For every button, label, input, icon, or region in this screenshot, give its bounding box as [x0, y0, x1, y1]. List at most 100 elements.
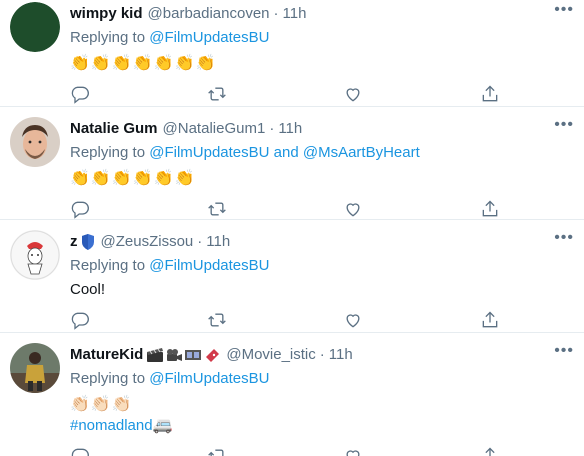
like-icon[interactable]: [343, 446, 363, 456]
tweet[interactable]: z @ZeusZissou · 11h ••• Replying to @Fil…: [0, 220, 584, 333]
replying-to-label: Replying to: [70, 29, 146, 46]
tweet[interactable]: Natalie Gum @NatalieGum1 · 11h ••• Reply…: [0, 107, 584, 220]
user-handle[interactable]: @Movie_istic: [226, 345, 315, 365]
user-handle[interactable]: @barbadiancoven: [148, 4, 270, 24]
mention-link[interactable]: @FilmUpdatesBU: [149, 144, 269, 161]
avatar[interactable]: [10, 117, 60, 167]
van-emoji: 🚐: [152, 415, 173, 434]
tweet-actions: [70, 444, 500, 456]
timestamp[interactable]: 11h: [283, 4, 307, 24]
avatar-column: [10, 341, 70, 456]
clap-emoji: 👏: [90, 53, 111, 72]
replying-to: Replying to @FilmUpdatesBU: [70, 369, 574, 389]
hashtag-line: #nomadland🚐: [70, 415, 574, 436]
avatar[interactable]: [10, 343, 60, 393]
reply-icon[interactable]: [70, 84, 90, 104]
tweet-actions: [70, 82, 500, 106]
tweet[interactable]: wimpy kid @barbadiancoven · 11h ••• Repl…: [0, 0, 584, 107]
tweet-actions: [70, 308, 500, 332]
clap-emoji: 👏🏻: [70, 394, 90, 413]
clap-emoji: 👏: [174, 53, 195, 72]
tweet[interactable]: MatureKid @Movie_istic · 11h ••• Replyin…: [0, 333, 584, 456]
clap-emoji: 👏🏻: [90, 394, 111, 413]
tweet-text: 👏 👏 👏 👏 👏 👏 👏: [70, 52, 574, 74]
clap-emoji: 👏: [111, 53, 132, 72]
mention-link[interactable]: @MsAartByHeart: [303, 144, 420, 161]
separator-dot: ·: [197, 233, 203, 250]
avatar-column: [10, 0, 70, 106]
name-emoji-badges: [146, 347, 221, 363]
shield-icon: [81, 234, 94, 250]
avatar-column: [10, 115, 70, 219]
replying-to-label: Replying to: [70, 257, 146, 274]
reply-icon[interactable]: [70, 310, 90, 330]
share-icon[interactable]: [480, 199, 500, 219]
replying-to: Replying to @FilmUpdatesBU: [70, 256, 574, 276]
mention-link[interactable]: @FilmUpdatesBU: [149, 29, 269, 46]
user-handle[interactable]: @NatalieGum1: [163, 119, 266, 139]
clap-emoji: 👏🏻: [111, 394, 132, 413]
clap-emoji: 👏: [132, 53, 153, 72]
display-name[interactable]: Natalie Gum: [70, 119, 158, 139]
clap-emoji: 👏: [174, 168, 195, 187]
user-handle[interactable]: @ZeusZissou: [101, 232, 194, 252]
more-options-icon[interactable]: •••: [554, 117, 574, 133]
display-name[interactable]: wimpy kid: [70, 4, 143, 24]
tweet-content: MatureKid @Movie_istic · 11h ••• Replyin…: [70, 341, 574, 456]
retweet-icon[interactable]: [207, 84, 227, 104]
timestamp[interactable]: 11h: [329, 345, 353, 365]
more-options-icon[interactable]: •••: [554, 230, 574, 246]
retweet-icon[interactable]: [207, 310, 227, 330]
reply-icon[interactable]: [70, 199, 90, 219]
share-icon[interactable]: [480, 84, 500, 104]
mention-link[interactable]: @FilmUpdatesBU: [149, 370, 269, 387]
tweet-text: 👏 👏 👏 👏 👏 👏: [70, 167, 574, 189]
retweet-icon[interactable]: [207, 199, 227, 219]
avatar[interactable]: [10, 230, 60, 280]
like-icon[interactable]: [343, 84, 363, 104]
tweet-content: z @ZeusZissou · 11h ••• Replying to @Fil…: [70, 228, 574, 332]
avatar[interactable]: [10, 2, 60, 52]
replying-to-label: Replying to: [70, 144, 146, 161]
like-icon[interactable]: [343, 199, 363, 219]
reply-icon[interactable]: [70, 446, 90, 456]
tweet-text: Cool!: [70, 281, 106, 298]
avatar-column: [10, 228, 70, 332]
tweet-content: wimpy kid @barbadiancoven · 11h ••• Repl…: [70, 0, 574, 106]
timestamp[interactable]: 11h: [206, 232, 230, 252]
reply-feed: wimpy kid @barbadiancoven · 11h ••• Repl…: [0, 0, 584, 456]
retweet-icon[interactable]: [207, 446, 227, 456]
separator-dot: ·: [319, 346, 325, 363]
film-frames-icon: [185, 350, 202, 360]
more-options-icon[interactable]: •••: [554, 2, 574, 18]
mention-join: and: [273, 144, 299, 161]
clapperboard-icon: [147, 348, 164, 362]
tweet-header: z @ZeusZissou · 11h: [70, 232, 574, 252]
replying-to: Replying to @FilmUpdatesBU and @MsAartBy…: [70, 143, 574, 163]
share-icon[interactable]: [480, 446, 500, 456]
timestamp[interactable]: 11h: [278, 119, 302, 139]
display-name[interactable]: z: [70, 232, 78, 252]
tweet-header: Natalie Gum @NatalieGum1 · 11h: [70, 119, 574, 139]
tweet-actions: [70, 197, 500, 221]
clap-emoji: 👏: [153, 168, 174, 187]
separator-dot: ·: [273, 5, 279, 22]
clap-emoji: 👏: [153, 53, 174, 72]
replying-to-label: Replying to: [70, 370, 146, 387]
separator-dot: ·: [269, 120, 275, 137]
like-icon[interactable]: [343, 310, 363, 330]
ticket-icon: [206, 349, 220, 362]
hashtag-link[interactable]: #nomadland: [70, 417, 153, 434]
clap-emoji: 👏: [111, 168, 132, 187]
share-icon[interactable]: [480, 310, 500, 330]
tweet-header: wimpy kid @barbadiancoven · 11h: [70, 4, 574, 24]
display-name[interactable]: MatureKid: [70, 345, 143, 365]
tweet-content: Natalie Gum @NatalieGum1 · 11h ••• Reply…: [70, 115, 574, 219]
movie-camera-icon: [167, 349, 183, 361]
clap-emoji: 👏: [70, 53, 90, 72]
tweet-text: 👏🏻 👏🏻 👏🏻: [70, 393, 574, 415]
clap-emoji: 👏: [70, 168, 90, 187]
clap-emoji: 👏: [90, 168, 111, 187]
more-options-icon[interactable]: •••: [554, 343, 574, 359]
mention-link[interactable]: @FilmUpdatesBU: [149, 257, 269, 274]
